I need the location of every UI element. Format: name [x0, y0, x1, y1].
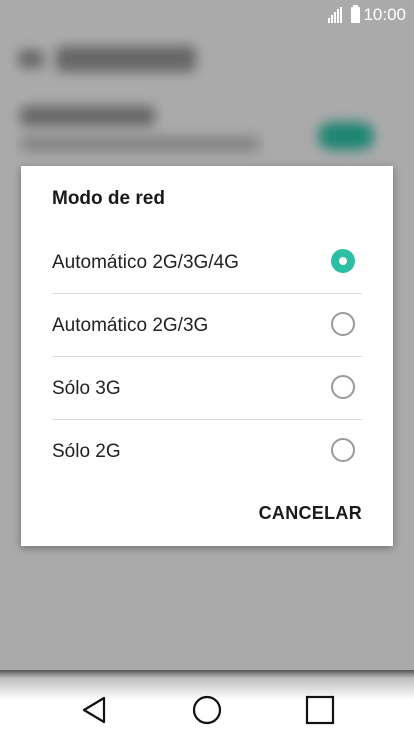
signal-icon [328, 7, 343, 23]
back-icon[interactable] [76, 692, 112, 728]
network-mode-dialog: Modo de red Automático 2G/3G/4G Automáti… [21, 166, 393, 546]
navigation-bar [0, 670, 414, 736]
radio-unselected-icon[interactable] [331, 438, 355, 462]
radio-selected-icon[interactable] [331, 249, 355, 273]
recents-icon[interactable] [302, 692, 338, 728]
option-label: Sólo 2G [52, 441, 121, 462]
option-auto-2g-3g-4g[interactable]: Automático 2G/3G/4G [52, 231, 362, 294]
status-time: 10:00 [363, 5, 406, 24]
home-icon[interactable] [189, 692, 225, 728]
option-only-2g[interactable]: Sólo 2G [52, 420, 362, 483]
battery-icon [351, 5, 361, 23]
option-auto-2g-3g[interactable]: Automático 2G/3G [52, 294, 362, 357]
option-label: Automático 2G/3G/4G [52, 252, 239, 273]
option-only-3g[interactable]: Sólo 3G [52, 357, 362, 420]
radio-unselected-icon[interactable] [331, 375, 355, 399]
status-bar: 10:00 [0, 0, 414, 28]
dialog-title: Modo de red [52, 188, 165, 209]
radio-unselected-icon[interactable] [331, 312, 355, 336]
cancel-button[interactable]: CANCELAR [259, 503, 362, 524]
option-label: Sólo 3G [52, 378, 121, 399]
option-label: Automático 2G/3G [52, 315, 209, 336]
